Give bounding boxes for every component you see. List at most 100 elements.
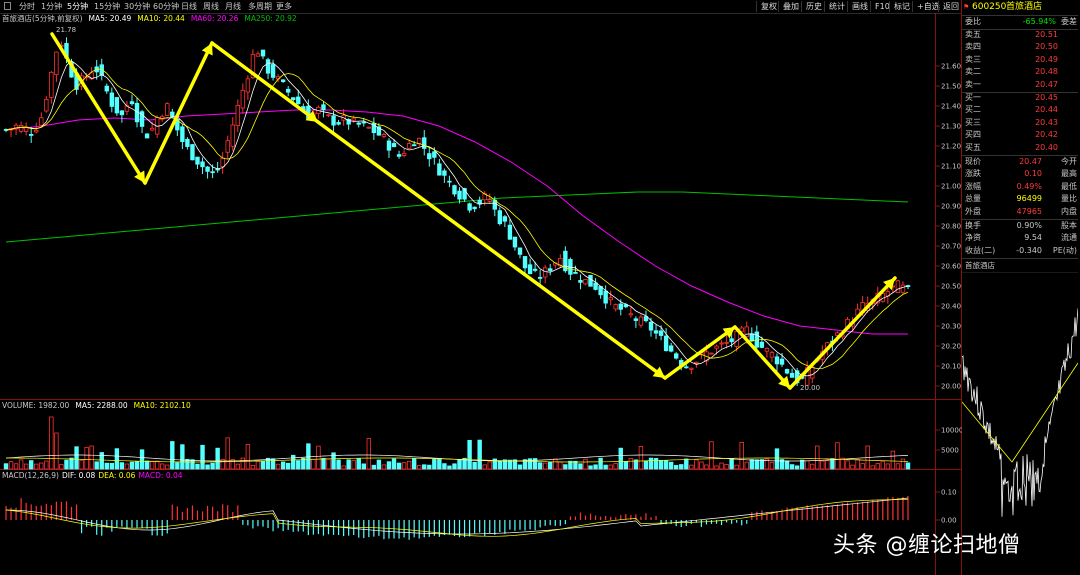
volume-bar xyxy=(401,462,407,470)
candle-body xyxy=(114,97,120,114)
candle-body xyxy=(245,78,251,93)
row-value: -0.340 xyxy=(1016,245,1042,255)
macd-bar xyxy=(131,520,133,528)
volume-axis: 10000 5000 xyxy=(936,427,962,455)
kline-chart-area[interactable]: 21.60 21.50 21.40 21.30 21.20 21.10 21.00 20.90… xyxy=(0,0,962,575)
volume-bar xyxy=(724,464,729,470)
macd-bar xyxy=(736,520,738,523)
row-value: 0.49% xyxy=(1016,181,1042,191)
stat-row: 净资 9.54 流通 xyxy=(962,233,1078,244)
candle-body xyxy=(165,103,170,116)
macd-bar xyxy=(206,505,209,520)
volume-bar xyxy=(714,465,719,470)
macd-bar xyxy=(630,514,632,520)
volume-bar xyxy=(593,464,598,470)
volume-bar xyxy=(754,459,760,470)
macd-bar xyxy=(534,520,536,531)
row-right-label: 最低 xyxy=(1061,181,1077,191)
candle-body xyxy=(225,140,230,153)
candle-body xyxy=(512,236,518,248)
candle-body xyxy=(527,264,533,275)
volume-bar xyxy=(396,462,402,470)
candle-body xyxy=(356,122,361,125)
volume-bar xyxy=(129,461,135,470)
macd-bar xyxy=(594,515,597,520)
volume-bar xyxy=(160,463,165,470)
stock-code[interactable]: 600250 xyxy=(972,1,1006,13)
macd-bar xyxy=(383,520,385,540)
macd-bar xyxy=(86,520,88,527)
macd-bar xyxy=(529,520,531,530)
macd-bar xyxy=(867,501,869,520)
volume-bar xyxy=(643,460,649,470)
macd-bar xyxy=(857,502,859,520)
bid-row: 买三 20.43 xyxy=(962,118,1078,129)
volume-bar xyxy=(411,458,417,470)
volume-bar xyxy=(835,442,840,470)
candle-body xyxy=(588,274,593,287)
macd-bar xyxy=(559,520,561,526)
price-tick-label: 21.10 xyxy=(941,163,961,171)
macd-bar xyxy=(277,520,279,529)
row-label: 总量 xyxy=(965,194,981,204)
volume-bar xyxy=(311,458,316,470)
macd-bar xyxy=(403,520,405,538)
candle-body xyxy=(507,224,513,240)
volume-bar xyxy=(200,444,205,470)
macd-bar xyxy=(605,516,607,520)
volume-bar xyxy=(905,462,911,470)
volume-bar xyxy=(13,463,19,470)
candle-body xyxy=(658,330,664,336)
candle-body xyxy=(442,170,447,176)
candle-body xyxy=(220,157,225,167)
row-label: 涨幅 xyxy=(965,181,981,191)
volume-bar xyxy=(210,462,215,470)
volume-bar xyxy=(734,464,739,470)
candle-body xyxy=(452,185,457,195)
macd-bar xyxy=(423,520,425,538)
volume-bar xyxy=(668,461,674,470)
volume-bar xyxy=(880,460,886,470)
candle-body xyxy=(18,125,24,132)
volume-bar xyxy=(684,458,689,470)
row-right-label: 流通 xyxy=(1061,233,1077,243)
macd-bar xyxy=(494,520,496,535)
candle-body xyxy=(411,144,417,147)
volume-bar xyxy=(149,460,155,470)
macd-bar xyxy=(600,516,602,520)
stock-name[interactable]: 首旅酒店 xyxy=(1006,1,1042,13)
volume-bar xyxy=(482,464,487,470)
candle-body xyxy=(144,133,150,139)
candle-body xyxy=(694,361,699,364)
volume-bar xyxy=(588,465,593,470)
macd-bar xyxy=(126,520,128,529)
volume-bar xyxy=(875,463,880,470)
volume-bar xyxy=(452,463,457,470)
price-axis: 21.60 21.50 21.40 21.30 21.20 21.10 21.00 20.90… xyxy=(936,63,961,391)
macd-bar xyxy=(171,504,173,520)
volume-bar xyxy=(74,446,79,470)
macd-bar xyxy=(831,505,834,520)
volume-bar xyxy=(810,463,815,470)
candle-body xyxy=(674,353,679,359)
volume-bar xyxy=(59,464,64,470)
volume-bar xyxy=(280,461,286,470)
macd-bar xyxy=(201,511,204,520)
macd-bar xyxy=(448,520,451,535)
volume-bar xyxy=(658,459,664,470)
candle-body xyxy=(255,53,261,57)
ma250-line xyxy=(5,191,909,243)
macd-bar xyxy=(96,520,98,535)
row-label: 卖三 xyxy=(965,54,981,64)
row-label: 外盘 xyxy=(965,206,981,216)
candle-body xyxy=(406,143,412,149)
ma60-path xyxy=(5,109,908,335)
macd-bar xyxy=(715,520,718,524)
macd-bar xyxy=(156,520,158,536)
candle-body xyxy=(779,358,785,365)
volume-bar xyxy=(154,460,160,470)
watermark: 头条 @缠论扫地僧 xyxy=(833,533,1021,558)
macd-bar xyxy=(549,520,551,526)
macd-bar xyxy=(862,502,864,520)
volume-bar xyxy=(699,461,704,470)
